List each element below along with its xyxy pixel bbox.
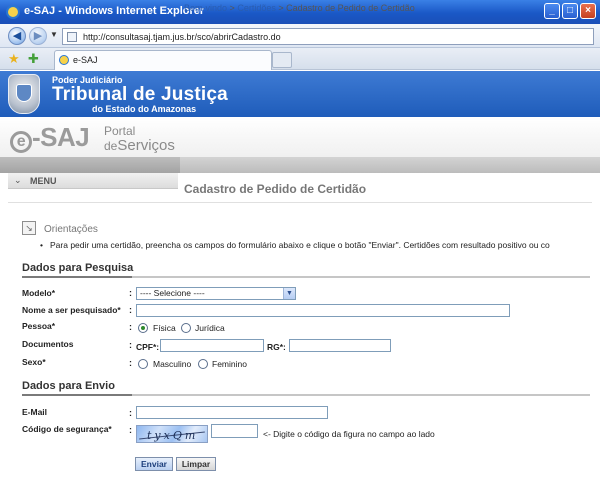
tab-label: e-SAJ	[73, 55, 98, 65]
codigo-label: Código de segurança*	[22, 424, 112, 434]
crest-shield	[16, 84, 32, 102]
sexo-masculino-label[interactable]: Masculino	[153, 359, 191, 369]
court-crest-icon	[8, 74, 40, 114]
send-section-rule	[22, 394, 590, 396]
forward-arrow-icon[interactable]: ▶	[29, 27, 47, 45]
servicos-text: Serviços	[117, 137, 175, 154]
search-section-rule-accent	[22, 276, 132, 278]
address-bar[interactable]: http://consultasaj.tjam.jus.br/sco/abrir…	[62, 28, 594, 45]
codigo-input[interactable]	[211, 424, 258, 438]
search-section-rule	[22, 276, 590, 278]
chevron-down-icon: ⌄	[14, 175, 22, 185]
rg-label: RG*:	[267, 342, 286, 352]
enviar-button[interactable]: Enviar	[135, 457, 173, 471]
site-header: Poder Judiciário Tribunal de Justiça do …	[0, 71, 600, 117]
modelo-select[interactable]: ---- Selecione ---- ▼	[136, 287, 296, 300]
esaj-logo-text: -SAJ	[32, 122, 90, 152]
sexo-masculino-radio[interactable]	[138, 359, 148, 369]
pessoa-fisica-radio[interactable]	[138, 323, 148, 333]
header-title: Tribunal de Justiça	[52, 84, 228, 105]
colon: :	[129, 305, 132, 315]
add-favorite-icon[interactable]: ✚	[28, 51, 39, 67]
history-dropdown-icon[interactable]: ▼	[50, 30, 58, 39]
maximize-icon[interactable]: □	[562, 3, 578, 19]
menu-toggle[interactable]: ⌄ MENU	[8, 173, 178, 189]
colon: :	[129, 358, 132, 368]
orientation-text-content: Para pedir uma certidão, preencha os cam…	[50, 240, 550, 250]
orientation-arrow-icon: ↘	[22, 221, 36, 235]
bullet-icon: •	[40, 240, 43, 250]
logo-band	[0, 117, 600, 157]
captcha-text: tyxQm	[147, 429, 199, 442]
colon: :	[129, 425, 132, 435]
address-toolbar: ◀ ▶ ▼ http://consultasaj.tjam.jus.br/sco…	[0, 24, 600, 48]
send-section-title: Dados para Envio	[22, 380, 115, 392]
colon: :	[129, 322, 132, 332]
search-section-title: Dados para Pesquisa	[22, 262, 134, 274]
ie-icon	[6, 5, 20, 19]
title-divider	[8, 202, 592, 203]
new-tab-button[interactable]	[272, 52, 292, 68]
ie-tab-icon	[59, 55, 69, 65]
esaj-logo: e -SAJ	[10, 122, 90, 153]
colon: :	[129, 340, 132, 350]
colon: :	[129, 288, 132, 298]
header-subtitle: do Estado do Amazonas	[92, 104, 197, 114]
pessoa-fisica-label[interactable]: Física	[153, 323, 176, 333]
page-icon	[67, 32, 77, 42]
minimize-icon[interactable]: _	[544, 3, 560, 19]
limpar-button[interactable]: Limpar	[176, 457, 216, 471]
esaj-logo-e: e	[10, 131, 32, 153]
colon: :	[129, 408, 132, 418]
chevron-down-icon[interactable]: ▼	[283, 288, 295, 299]
modelo-selected-value: ---- Selecione ----	[140, 288, 205, 298]
email-label: E-Mail	[22, 407, 48, 417]
tabs-toolbar: ★ ✚ e-SAJ	[0, 48, 600, 70]
send-section-rule-accent	[22, 394, 132, 396]
pessoa-juridica-radio[interactable]	[181, 323, 191, 333]
breadcrumb: Bem-vindo > Certidões > Cadastro de Pedi…	[184, 3, 415, 13]
documentos-label: Documentos	[22, 339, 74, 349]
cpf-input[interactable]	[160, 339, 264, 352]
breadcrumb-sep: >	[229, 3, 235, 13]
modelo-label: Modelo*	[22, 288, 56, 298]
menu-label: MENU	[30, 176, 57, 186]
captcha-image: tyxQm	[136, 425, 208, 443]
favorites-star-icon[interactable]: ★	[8, 51, 20, 67]
rg-input[interactable]	[289, 339, 391, 352]
breadcrumb-bem-vindo[interactable]: Bem-vindo	[184, 3, 227, 13]
portal-label: Portal	[104, 124, 136, 138]
orientation-title: Orientações	[44, 224, 98, 235]
breadcrumb-bg	[180, 157, 600, 173]
nome-input[interactable]	[136, 304, 510, 317]
breadcrumb-bar	[0, 157, 600, 173]
cpf-label: CPF*:	[136, 342, 160, 352]
captcha-hint: <- Digite o código da figura no campo ao…	[263, 429, 435, 439]
back-arrow-icon[interactable]: ◀	[8, 27, 26, 45]
sexo-feminino-radio[interactable]	[198, 359, 208, 369]
sexo-label: Sexo*	[22, 357, 46, 367]
sexo-feminino-label[interactable]: Feminino	[212, 359, 247, 369]
nome-label: Nome a ser pesquisado*	[22, 305, 121, 315]
pessoa-label: Pessoa*	[22, 321, 56, 331]
browser-tab[interactable]: e-SAJ	[54, 50, 272, 70]
window-title: e-SAJ - Windows Internet Explorer	[24, 5, 205, 17]
breadcrumb-sep: >	[278, 3, 284, 13]
servicos-label: deServiços	[104, 137, 175, 154]
close-icon[interactable]: ×	[580, 3, 596, 19]
breadcrumb-current: Cadastro de Pedido de Certidão	[286, 3, 415, 13]
page-title: Cadastro de Pedido de Certidão	[184, 182, 367, 196]
url-text[interactable]: http://consultasaj.tjam.jus.br/sco/abrir…	[83, 32, 281, 42]
de-label: de	[104, 139, 118, 153]
email-input[interactable]	[136, 406, 328, 419]
orientation-text: • Para pedir uma certidão, preencha os ca…	[40, 240, 592, 250]
breadcrumb-certidoes[interactable]: Certidões	[237, 3, 276, 13]
pessoa-juridica-label[interactable]: Jurídica	[195, 323, 225, 333]
